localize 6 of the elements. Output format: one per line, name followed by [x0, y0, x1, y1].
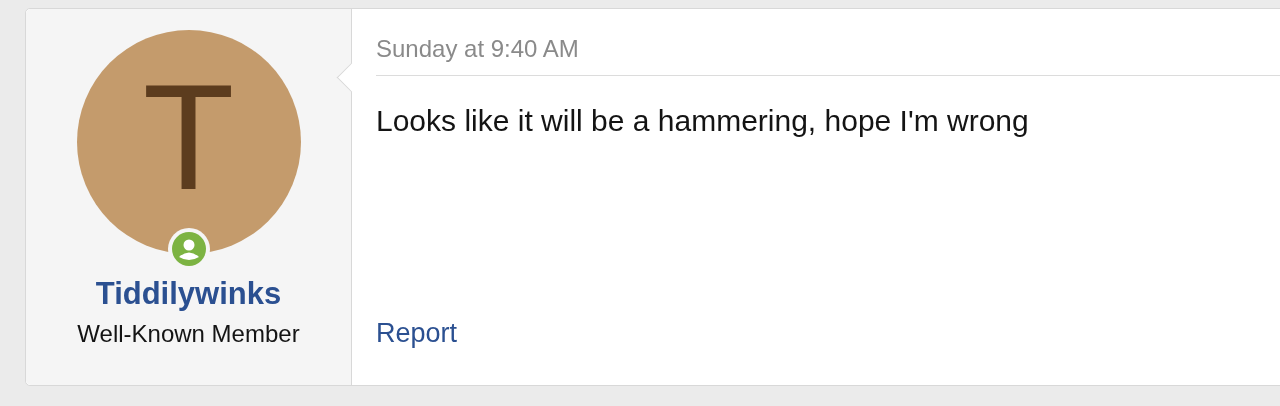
report-link[interactable]: Report — [376, 318, 458, 349]
post-message: Looks like it will be a hammering, hope I'm wrong — [376, 104, 1030, 138]
username-link[interactable]: Tiddilywinks — [95, 276, 282, 312]
user-title: Well-Known Member — [77, 320, 300, 348]
avatar-letter: T — [142, 62, 235, 212]
avatar[interactable]: T — [76, 30, 301, 254]
